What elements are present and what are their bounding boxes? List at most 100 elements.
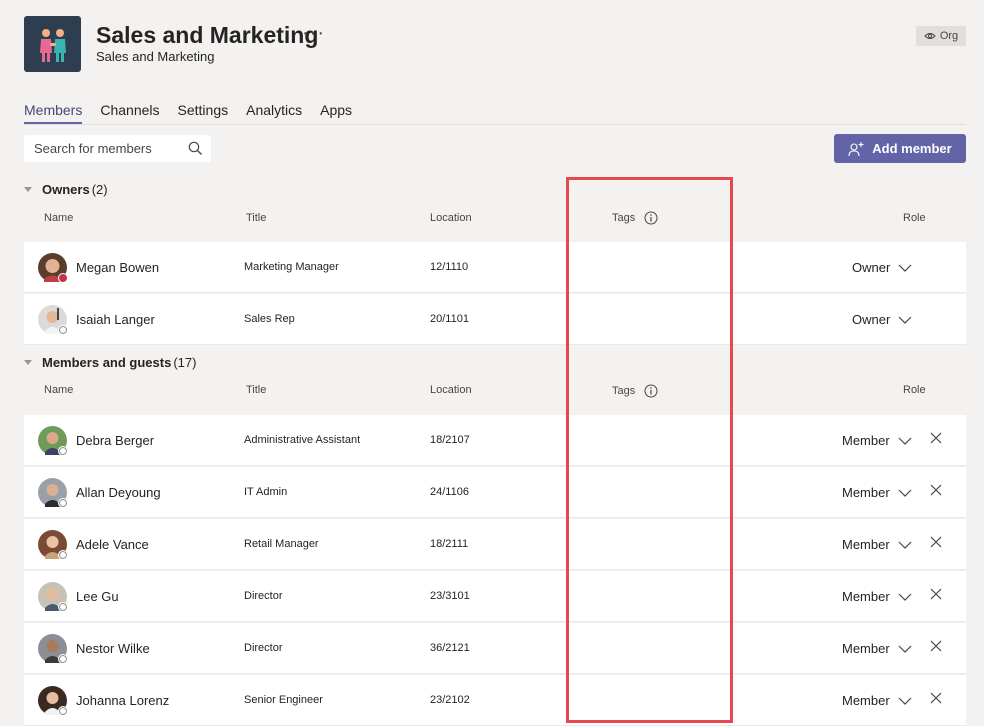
- column-header-title: Title: [246, 384, 267, 396]
- member-title: Senior Engineer: [244, 694, 323, 706]
- tab-channels[interactable]: Channels: [100, 102, 159, 124]
- member-title: Administrative Assistant: [244, 434, 361, 446]
- role-dropdown[interactable]: Owner: [852, 312, 912, 327]
- team-title: Sales and Marketing: [96, 22, 319, 48]
- info-icon[interactable]: [644, 384, 658, 398]
- member-name: Lee Gu: [76, 589, 119, 604]
- owners-section-header[interactable]: Owners (2): [24, 182, 108, 197]
- team-logo: [24, 16, 81, 72]
- search-input[interactable]: [34, 141, 184, 156]
- column-header-role: Role: [903, 384, 926, 396]
- role-dropdown[interactable]: Member: [842, 693, 912, 708]
- role-dropdown[interactable]: Member: [842, 589, 912, 604]
- presence-offline-icon: [58, 325, 68, 335]
- member-name: Johanna Lorenz: [76, 693, 170, 708]
- add-person-icon: [848, 141, 864, 156]
- presence-offline-icon: [58, 550, 68, 560]
- role-label: Member: [842, 641, 890, 656]
- table-row[interactable]: Adele Vance Retail Manager 18/2111 Membe…: [24, 519, 966, 570]
- tab-apps[interactable]: Apps: [320, 102, 352, 124]
- role-dropdown[interactable]: Member: [842, 485, 912, 500]
- column-header-tags-label: Tags: [612, 211, 636, 224]
- presence-busy-icon: [58, 273, 68, 283]
- tab-settings[interactable]: Settings: [178, 102, 229, 124]
- role-label: Member: [842, 589, 890, 604]
- table-row[interactable]: Debra Berger Administrative Assistant 18…: [24, 415, 966, 466]
- column-header-location: Location: [430, 384, 472, 396]
- more-icon[interactable]: ···: [302, 22, 325, 45]
- remove-member-close-icon[interactable]: [930, 692, 942, 704]
- add-member-label: Add member: [872, 141, 952, 156]
- member-name: Allan Deyoung: [76, 485, 161, 500]
- remove-member-close-icon[interactable]: [930, 640, 942, 652]
- role-dropdown[interactable]: Owner: [852, 260, 912, 275]
- chevron-down-icon: [898, 697, 912, 705]
- tab-analytics[interactable]: Analytics: [246, 102, 302, 124]
- column-header-name: Name: [44, 384, 74, 396]
- member-title: Director: [244, 590, 283, 602]
- chevron-down-icon: [898, 264, 912, 272]
- member-name: Nestor Wilke: [76, 641, 150, 656]
- remove-member-close-icon[interactable]: [930, 432, 942, 444]
- tab-bar: Members Channels Settings Analytics Apps: [24, 102, 370, 124]
- search-icon[interactable]: [188, 141, 203, 156]
- org-badge[interactable]: Org: [916, 26, 966, 46]
- column-header-role: Role: [903, 212, 926, 224]
- section-count: (2): [91, 182, 108, 197]
- role-dropdown[interactable]: Member: [842, 433, 912, 448]
- collapse-caret-icon: [24, 360, 32, 365]
- member-location: 36/2121: [430, 642, 470, 654]
- member-title: IT Admin: [244, 486, 288, 498]
- member-location: 23/3101: [430, 590, 470, 602]
- role-dropdown[interactable]: Member: [842, 537, 912, 552]
- role-label: Member: [842, 485, 890, 500]
- role-label: Member: [842, 693, 890, 708]
- role-dropdown[interactable]: Member: [842, 641, 912, 656]
- role-label: Owner: [852, 260, 891, 275]
- section-count: (17): [173, 355, 197, 370]
- role-label: Member: [842, 537, 890, 552]
- column-header-tags-label: Tags: [612, 384, 636, 397]
- remove-member-close-icon[interactable]: [930, 536, 942, 548]
- member-name: Megan Bowen: [76, 260, 160, 275]
- add-member-button[interactable]: Add member: [834, 134, 966, 163]
- table-row[interactable]: Isaiah Langer Sales Rep 20/1101 Owner: [24, 294, 966, 345]
- member-title: Marketing Manager: [244, 261, 339, 273]
- column-header-tags: Tags: [612, 211, 658, 225]
- section-title: Owners: [42, 182, 90, 197]
- table-row[interactable]: Allan Deyoung IT Admin 24/1106 Member: [24, 467, 966, 518]
- remove-member-close-icon[interactable]: [930, 484, 942, 496]
- member-location: 18/2111: [430, 538, 469, 550]
- member-location: 24/1106: [430, 486, 469, 498]
- column-header-name: Name: [44, 212, 74, 224]
- presence-offline-icon: [58, 654, 68, 664]
- chevron-down-icon: [898, 489, 912, 497]
- presence-offline-icon: [58, 446, 68, 456]
- team-subtitle: Sales and Marketing: [96, 49, 215, 64]
- table-row[interactable]: Megan Bowen Marketing Manager 12/1110 Ow…: [24, 242, 966, 293]
- eye-icon: [924, 33, 936, 39]
- table-row[interactable]: Johanna Lorenz Senior Engineer 23/2102 M…: [24, 675, 966, 726]
- chevron-down-icon: [898, 437, 912, 445]
- table-row[interactable]: Nestor Wilke Director 36/2121 Member: [24, 623, 966, 674]
- member-location: 12/1110: [430, 261, 469, 273]
- member-name: Isaiah Langer: [76, 312, 155, 327]
- remove-member-close-icon[interactable]: [930, 588, 942, 600]
- info-icon[interactable]: [644, 211, 658, 225]
- member-title: Sales Rep: [244, 313, 295, 325]
- member-name: Adele Vance: [76, 537, 149, 552]
- org-label: Org: [939, 30, 959, 42]
- tab-members[interactable]: Members: [24, 102, 83, 124]
- chevron-down-icon: [898, 541, 912, 549]
- table-row[interactable]: Lee Gu Director 23/3101 Member: [24, 571, 966, 622]
- search-box: [24, 135, 211, 162]
- role-label: Owner: [852, 312, 891, 327]
- chevron-down-icon: [898, 593, 912, 601]
- column-header-tags: Tags: [612, 384, 658, 398]
- member-location: 20/1101: [430, 313, 469, 325]
- member-title: Retail Manager: [244, 538, 319, 550]
- member-title: Director: [244, 642, 283, 654]
- member-name: Debra Berger: [76, 433, 155, 448]
- members-section-header[interactable]: Members and guests (17): [24, 355, 196, 370]
- role-label: Member: [842, 433, 890, 448]
